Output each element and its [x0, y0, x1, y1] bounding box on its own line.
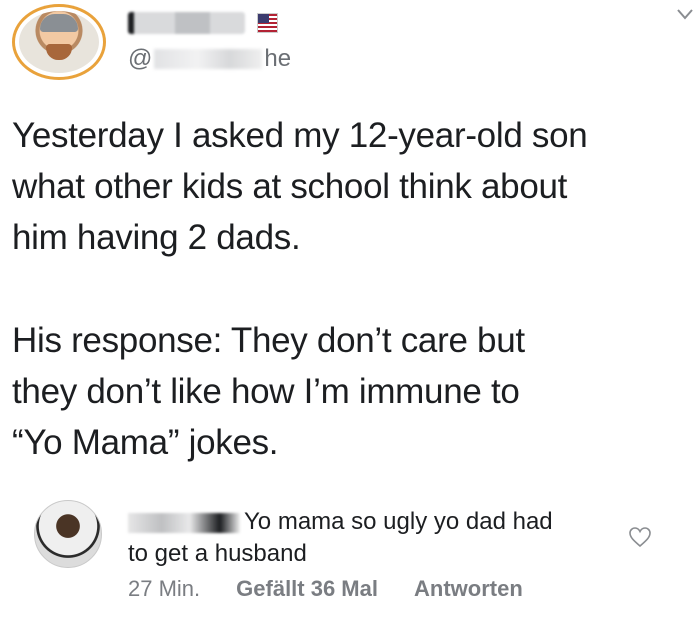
tweet-paragraph-2: His response: They don’t care but they d… [12, 321, 525, 462]
comment-actions: 27 Min. Gefällt 36 Mal Antworten [128, 576, 523, 602]
redacted-name [128, 12, 245, 34]
comment-body: Yo mama so ugly yo dad had to get a husb… [128, 506, 608, 570]
handle-prefix: @ [128, 45, 153, 72]
commenter-avatar[interactable] [34, 500, 102, 568]
tweet-paragraph-1: Yesterday I asked my 12-year-old son wha… [12, 116, 588, 257]
heart-icon[interactable] [628, 526, 652, 548]
comment-time: 27 Min. [128, 576, 201, 601]
redacted-commenter-name[interactable] [128, 512, 240, 533]
author-handle[interactable]: @ he [128, 45, 291, 73]
comment-likes[interactable]: Gefällt 36 Mal [236, 576, 378, 602]
handle-suffix: he [264, 45, 292, 72]
author-avatar[interactable] [12, 4, 106, 80]
comment-text-line-2: to get a husband [128, 540, 307, 567]
comment: Yo mama so ugly yo dad had to get a husb… [0, 490, 700, 640]
reply-button[interactable]: Antworten [414, 576, 523, 602]
us-flag-icon [256, 13, 278, 33]
avatar-beard [46, 44, 72, 60]
avatar-cap [40, 14, 78, 32]
redacted-handle [154, 49, 263, 69]
tweet-text: Yesterday I asked my 12-year-old son wha… [12, 110, 692, 468]
author-display-name[interactable] [128, 8, 278, 38]
tweet-header: @ he [0, 0, 700, 100]
comment-text-line-1: Yo mama so ugly yo dad had [244, 508, 553, 535]
chevron-down-icon[interactable] [676, 8, 694, 20]
